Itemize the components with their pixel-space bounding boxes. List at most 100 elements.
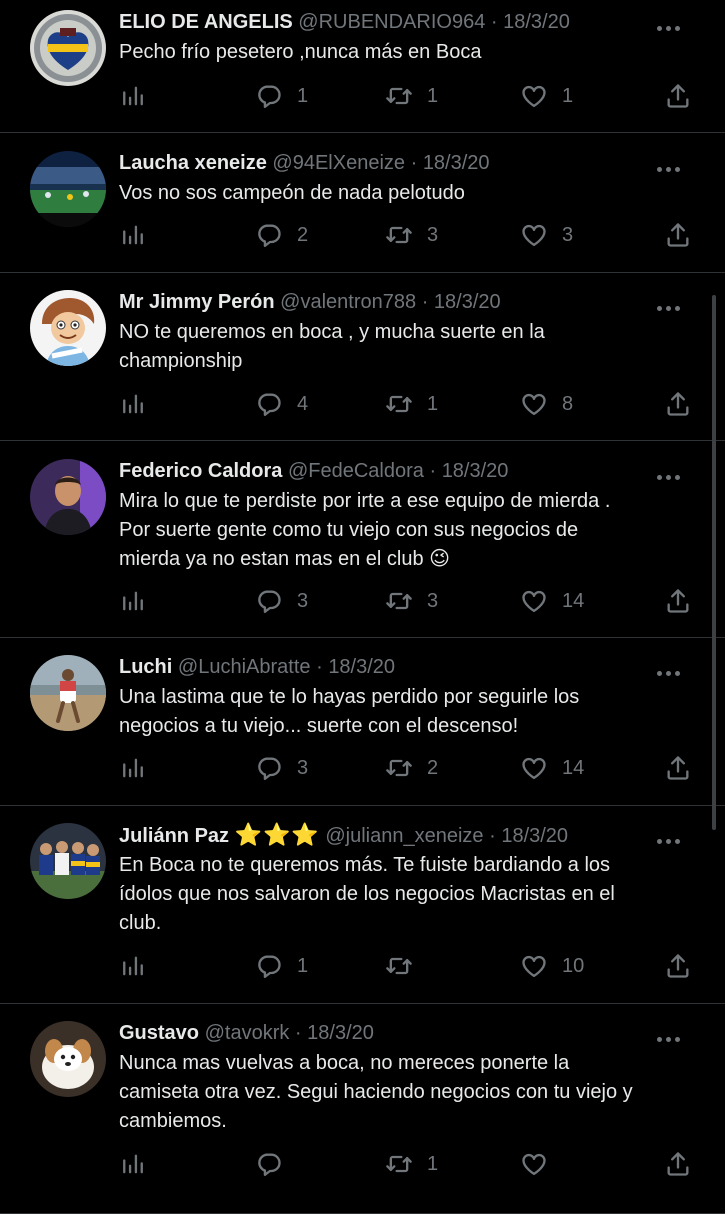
tweet-text: Pecho frío pesetero ,nunca más en Boca	[119, 38, 695, 67]
likes-count: 14	[562, 756, 585, 779]
beach-avatar[interactable]	[30, 655, 106, 731]
user-handle[interactable]: @94ElXeneize	[272, 152, 405, 174]
more-options-icon[interactable]	[657, 298, 695, 311]
scrollbar[interactable]	[712, 295, 716, 830]
reply-button[interactable]: 2	[255, 220, 308, 250]
display-name[interactable]: Luchi	[119, 656, 172, 678]
more-options-icon[interactable]	[657, 159, 695, 172]
reply-button[interactable]: 1	[255, 81, 308, 111]
more-options-icon[interactable]	[657, 18, 695, 31]
tweet-date[interactable]: 18/3/20	[307, 1022, 374, 1044]
retweet-icon	[385, 587, 413, 615]
like-button[interactable]	[520, 1149, 562, 1179]
analytics-button[interactable]	[119, 586, 147, 616]
retweet-button[interactable]: 3	[385, 586, 438, 616]
more-options-icon[interactable]	[657, 467, 695, 480]
reply-button[interactable]: 1	[255, 951, 308, 981]
more-options-icon[interactable]	[657, 663, 695, 676]
retweets-count: 3	[427, 223, 439, 246]
user-handle[interactable]: @valentron788	[280, 291, 416, 313]
retweet-button[interactable]: 1	[385, 389, 438, 419]
tweet-text-line: Mira lo que te perdiste por irte a ese e…	[119, 490, 611, 512]
share-button[interactable]	[664, 81, 692, 111]
display-name[interactable]: Mr Jimmy Perón	[119, 291, 275, 313]
tweet[interactable]: Gustavo @tavokrk · 18/3/20 Nunca mas vuel…	[0, 1004, 725, 1214]
heart-icon	[520, 1150, 548, 1178]
like-button[interactable]: 10	[520, 951, 584, 981]
display-name[interactable]: Laucha xeneize	[119, 152, 267, 174]
cartoon-avatar[interactable]	[30, 290, 106, 366]
reply-feed: ELIO DE ANGELIS @RUBENDARIO964 · 18/3/20…	[0, 0, 725, 1214]
user-handle[interactable]: @RUBENDARIO964	[298, 11, 485, 33]
analytics-button[interactable]	[119, 220, 147, 250]
like-button[interactable]: 8	[520, 389, 573, 419]
share-button[interactable]	[664, 951, 692, 981]
user-handle[interactable]: @tavokrk	[205, 1022, 290, 1044]
display-name[interactable]: Juliánn Paz	[119, 825, 229, 847]
analytics-icon	[119, 1150, 147, 1178]
tweet-date[interactable]: 18/3/20	[423, 152, 490, 174]
share-button[interactable]	[664, 586, 692, 616]
like-button[interactable]: 14	[520, 586, 584, 616]
tweet-text-line: club.	[119, 912, 162, 934]
tweet[interactable]: ELIO DE ANGELIS @RUBENDARIO964 · 18/3/20…	[0, 0, 725, 133]
like-button[interactable]: 1	[520, 81, 573, 111]
separator-dot: ·	[410, 152, 418, 174]
display-name[interactable]: Gustavo	[119, 1022, 199, 1044]
boca-heart-avatar[interactable]	[30, 10, 106, 86]
dog-avatar[interactable]	[30, 1021, 106, 1097]
tweet[interactable]: Juliánn Paz ⭐⭐⭐ @juliann_xeneize · 18/3/…	[0, 806, 725, 1004]
tweet[interactable]: Laucha xeneize @94ElXeneize · 18/3/20 Vos…	[0, 133, 725, 273]
user-handle[interactable]: @FedeCaldora	[288, 460, 424, 482]
tweet-actions: 1	[119, 1149, 695, 1179]
retweet-button[interactable]: 2	[385, 753, 438, 783]
more-options-icon[interactable]	[657, 1029, 695, 1042]
display-name[interactable]: Federico Caldora	[119, 460, 282, 482]
tweet-text: NO te queremos en boca , y mucha suerte …	[119, 318, 695, 376]
tweet-date[interactable]: 18/3/20	[501, 825, 568, 847]
tweet-date[interactable]: 18/3/20	[442, 460, 509, 482]
display-name[interactable]: ELIO DE ANGELIS	[119, 11, 293, 33]
tweet-date[interactable]: 18/3/20	[503, 11, 570, 33]
like-button[interactable]: 14	[520, 753, 584, 783]
reply-button[interactable]: 4	[255, 389, 308, 419]
share-button[interactable]	[664, 220, 692, 250]
analytics-button[interactable]	[119, 81, 147, 111]
retweet-icon	[385, 390, 413, 418]
retweet-button[interactable]: 1	[385, 1149, 438, 1179]
retweet-icon	[385, 221, 413, 249]
stadium-avatar[interactable]	[30, 151, 106, 227]
tweet-text: En Boca no te queremos más. Te fuiste ba…	[119, 851, 695, 938]
retweet-button[interactable]: 1	[385, 81, 438, 111]
reply-icon	[255, 1150, 283, 1178]
reply-button[interactable]	[255, 1149, 297, 1179]
tweet-date[interactable]: 18/3/20	[328, 656, 395, 678]
tweet-date[interactable]: 18/3/20	[434, 291, 501, 313]
share-button[interactable]	[664, 1149, 692, 1179]
retweet-button[interactable]	[385, 951, 427, 981]
reply-button[interactable]: 3	[255, 586, 308, 616]
retweet-button[interactable]: 3	[385, 220, 438, 250]
tweet[interactable]: Mr Jimmy Perón @valentron788 · 18/3/20 NO…	[0, 273, 725, 441]
like-button[interactable]: 3	[520, 220, 573, 250]
share-button[interactable]	[664, 389, 692, 419]
likes-count: 14	[562, 589, 585, 612]
separator-dot: ·	[421, 291, 429, 313]
analytics-button[interactable]	[119, 753, 147, 783]
analytics-button[interactable]	[119, 1149, 147, 1179]
reply-button[interactable]: 3	[255, 753, 308, 783]
tweet[interactable]: Federico Caldora @FedeCaldora · 18/3/20 M…	[0, 441, 725, 638]
analytics-button[interactable]	[119, 389, 147, 419]
tweet[interactable]: Luchi @LuchiAbratte · 18/3/20 Una lastima…	[0, 638, 725, 806]
user-handle[interactable]: @juliann_xeneize	[325, 825, 483, 847]
reply-icon	[255, 952, 283, 980]
user-handle[interactable]: @LuchiAbratte	[178, 656, 311, 678]
tweet-text-line: championship	[119, 350, 243, 372]
person-avatar[interactable]	[30, 459, 106, 535]
retweet-icon	[385, 754, 413, 782]
share-button[interactable]	[664, 753, 692, 783]
analytics-button[interactable]	[119, 951, 147, 981]
tweet-text-line: camiseta otra vez. Segui haciendo negoci…	[119, 1081, 633, 1103]
more-options-icon[interactable]	[657, 831, 695, 844]
group-avatar[interactable]	[30, 823, 106, 899]
